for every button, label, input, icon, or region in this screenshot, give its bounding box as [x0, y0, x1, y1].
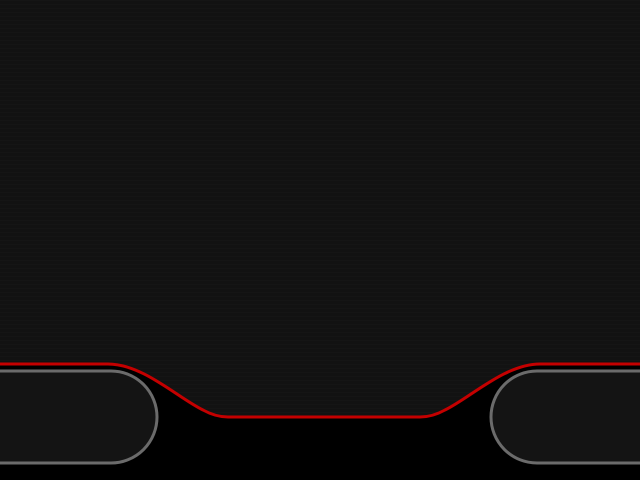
main-panel: [0, 0, 640, 417]
left-button[interactable]: [0, 369, 159, 465]
ui-frame: [0, 0, 640, 480]
right-button[interactable]: [489, 369, 640, 465]
left-button-shape[interactable]: [0, 369, 159, 465]
app-screen: [0, 0, 640, 480]
right-button-shape[interactable]: [489, 369, 640, 465]
